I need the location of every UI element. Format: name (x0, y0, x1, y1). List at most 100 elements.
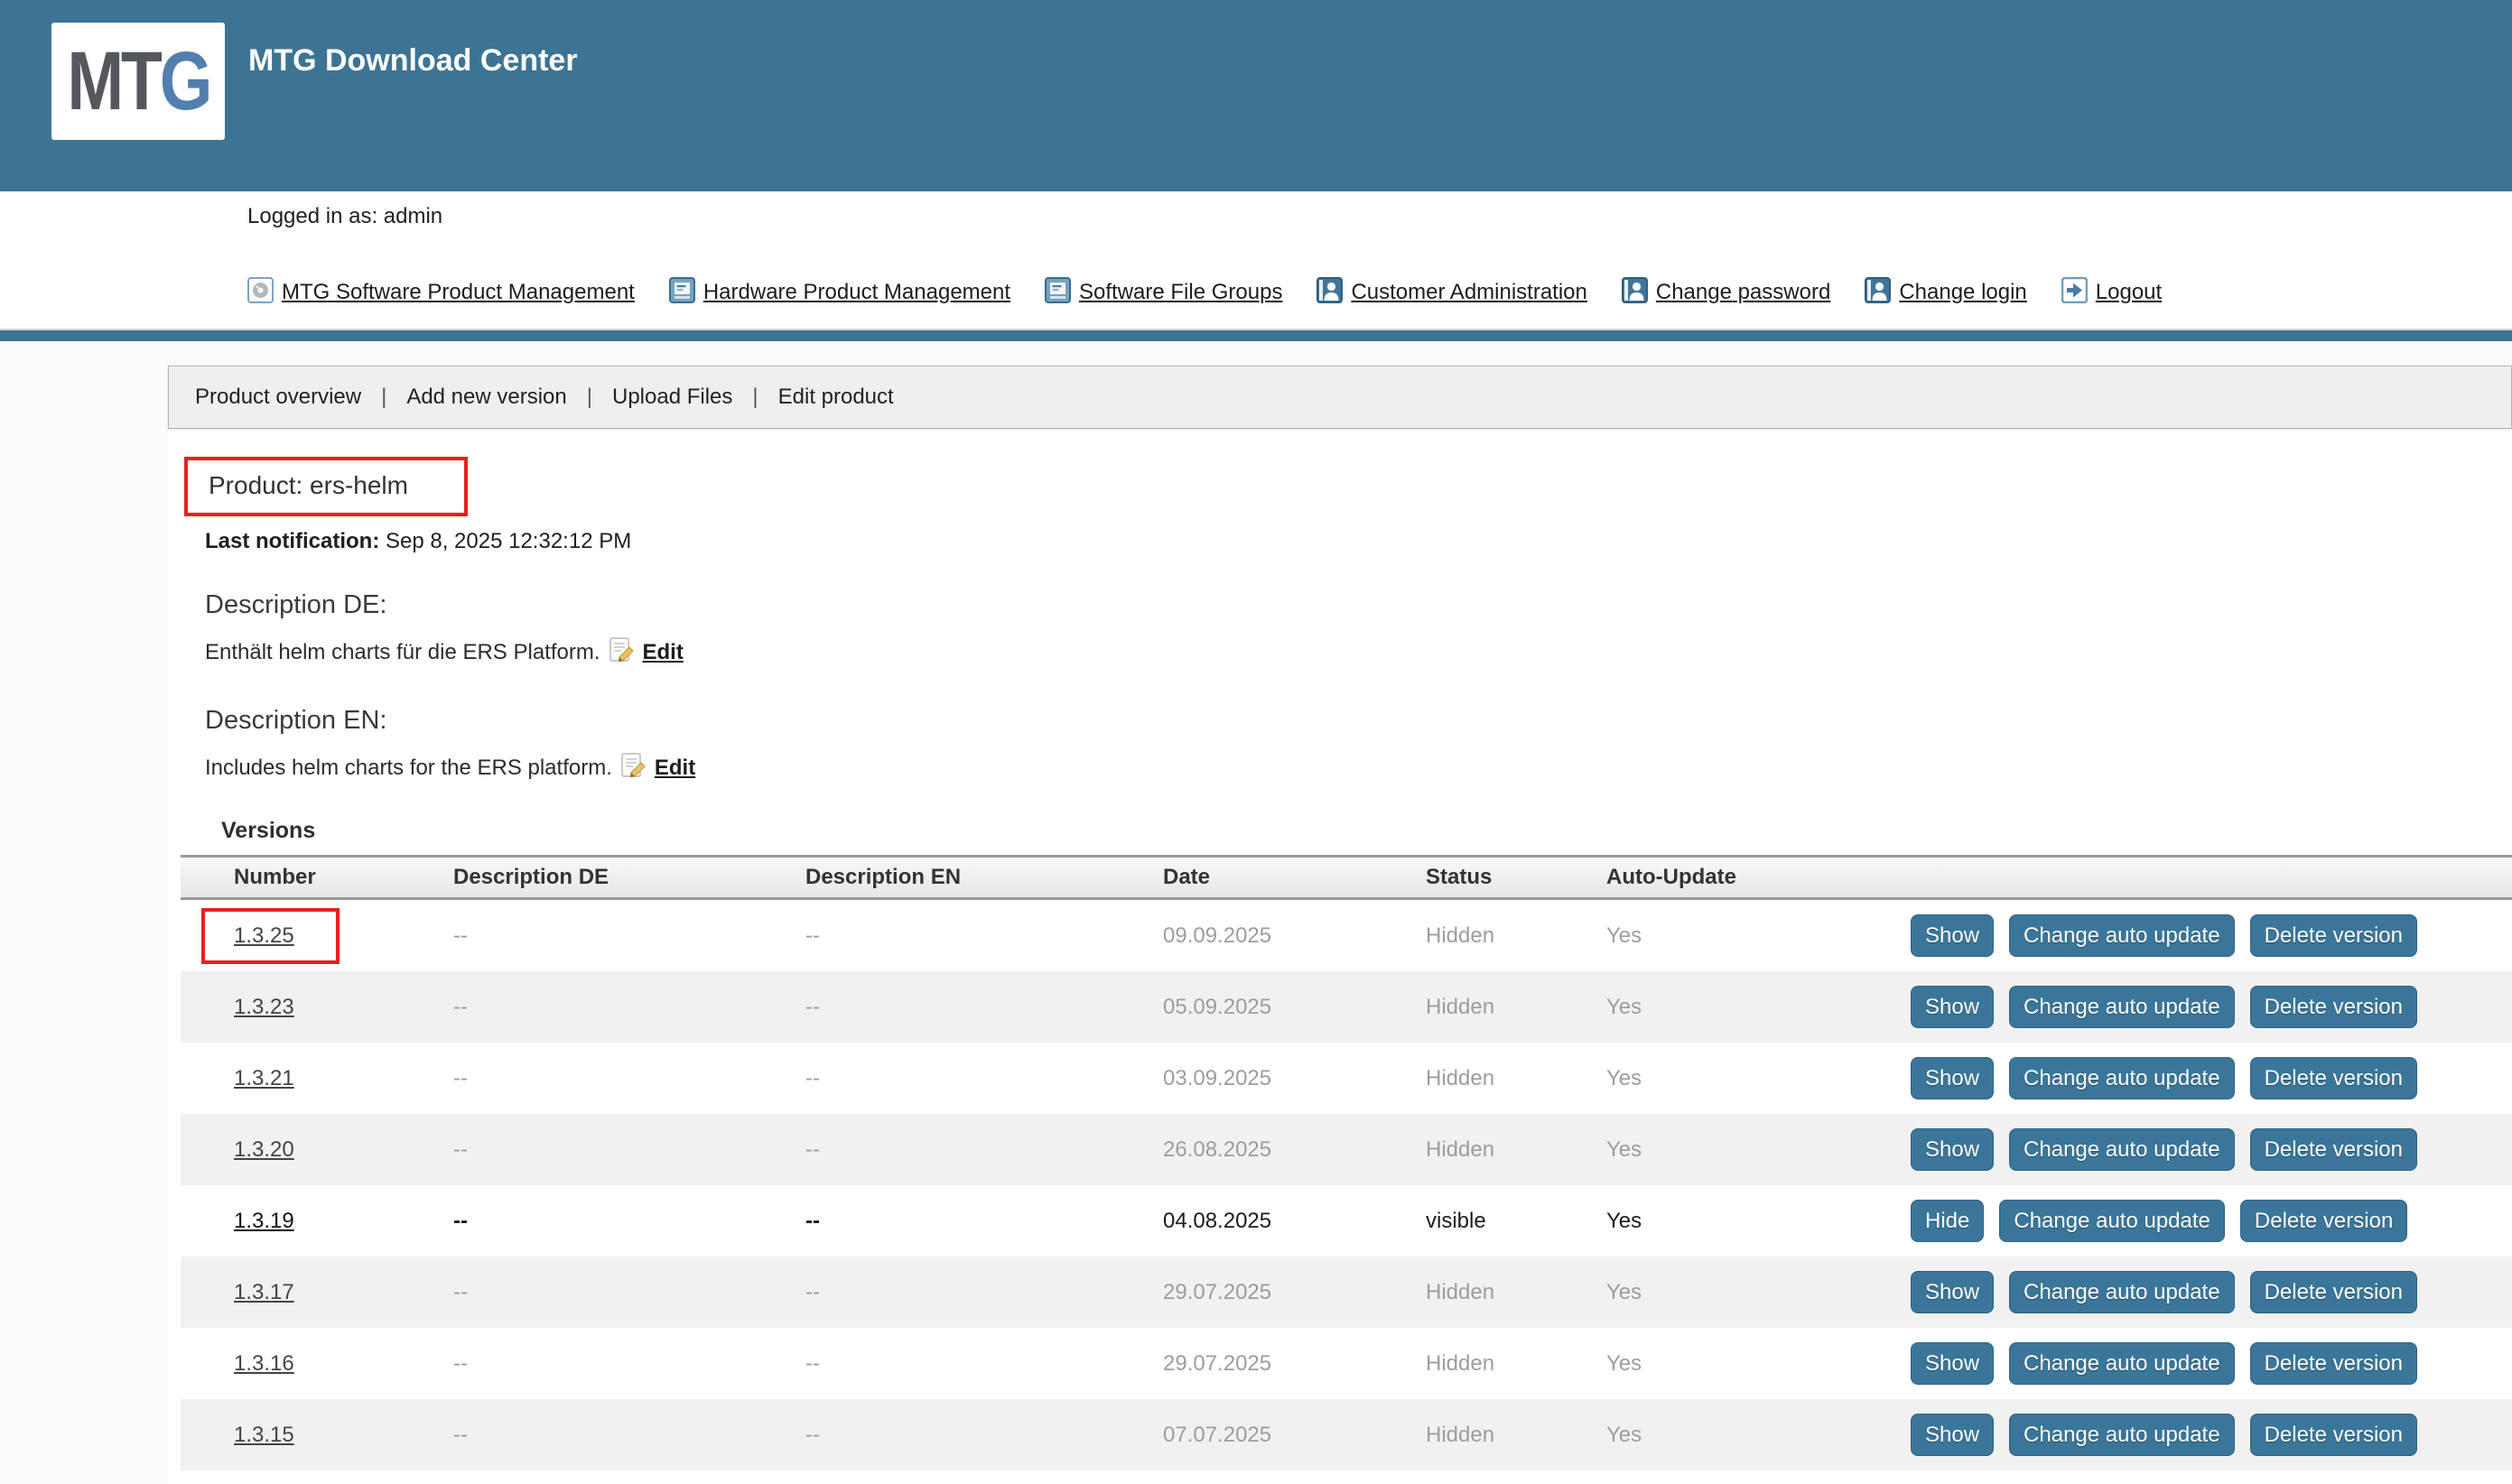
nav-link-label[interactable]: Change password (1656, 280, 1830, 305)
change-auto-update-button[interactable]: Change auto update (2009, 914, 2235, 957)
delete-version-button[interactable]: Delete version (2250, 986, 2417, 1028)
auto-update-cell: Yes (1606, 995, 1911, 1020)
nav-link-label[interactable]: MTG Software Product Management (282, 280, 635, 305)
status-cell: Hidden (1426, 1423, 1606, 1448)
status-cell: Hidden (1426, 1280, 1606, 1305)
change-auto-update-button[interactable]: Change auto update (2009, 1414, 2235, 1456)
delete-version-button[interactable]: Delete version (2250, 1342, 2417, 1385)
nav-link-label[interactable]: Software File Groups (1079, 280, 1282, 305)
user-strip: Logged in as: admin MTG Software Product… (0, 191, 2512, 329)
nav-item-change-password[interactable]: Change password (1622, 277, 1830, 308)
change-auto-update-button[interactable]: Change auto update (2009, 986, 2235, 1028)
nav-link-label[interactable]: Logout (2096, 280, 2162, 305)
table-row: 1.3.19 -- -- 04.08.2025 visible Yes Hide… (181, 1185, 2512, 1257)
nav-item-change-login[interactable]: Change login (1865, 277, 2026, 308)
status-cell: Hidden (1426, 995, 1606, 1020)
version-number-wrap: 1.3.19 (234, 1209, 294, 1234)
nav-item-hardware-product-management[interactable]: Hardware Product Management (669, 277, 1010, 308)
description-de-line: Enthält helm charts für die ERS Platform… (205, 635, 2512, 670)
toggle-visibility-button[interactable]: Show (1911, 1271, 1994, 1313)
table-row: 1.3.14 -- -- 29.07.2025 Hidden Yes Show … (181, 1470, 2512, 1484)
nav-link-label[interactable]: Change login (1899, 280, 2026, 305)
delete-version-button[interactable]: Delete version (2240, 1200, 2407, 1242)
status-cell: Hidden (1426, 1137, 1606, 1163)
description-de-heading: Description DE: (205, 590, 2512, 620)
version-number-wrap: 1.3.21 (234, 1066, 294, 1091)
edit-description-en-link[interactable]: Edit (655, 756, 695, 781)
column-header-auto-update: Auto-Update (1606, 865, 1911, 890)
date-cell: 05.09.2025 (1163, 995, 1426, 1020)
auto-update-cell: Yes (1606, 1351, 1911, 1377)
description-de-cell: -- (453, 1209, 805, 1234)
last-notification-value: Sep 8, 2025 12:32:12 PM (386, 529, 631, 553)
row-actions: Show Change auto update Delete version (1911, 1271, 2512, 1313)
nav-item-logout[interactable]: Logout (2061, 277, 2162, 308)
row-actions: Hide Change auto update Delete version (1911, 1200, 2512, 1242)
status-cell: Hidden (1426, 1066, 1606, 1091)
subnav-upload-files[interactable]: Upload Files (610, 385, 734, 410)
subnav-product-overview[interactable]: Product overview (193, 385, 363, 410)
version-link[interactable]: 1.3.19 (234, 1209, 294, 1233)
version-link[interactable]: 1.3.25 (234, 923, 294, 948)
logged-in-as-text: Logged in as: admin (247, 204, 442, 229)
auto-update-cell: Yes (1606, 1209, 1911, 1234)
version-link[interactable]: 1.3.21 (234, 1066, 294, 1090)
row-actions: Show Change auto update Delete version (1911, 1414, 2512, 1456)
mtg-logo: MTG (51, 23, 225, 140)
version-number-wrap: 1.3.17 (234, 1280, 294, 1305)
subnav-edit-product[interactable]: Edit product (777, 385, 896, 410)
last-notification-label: Last notification: (205, 529, 379, 553)
monitor-icon (1045, 277, 1071, 303)
version-number-cell: 1.3.15 (181, 1423, 453, 1448)
delete-version-button[interactable]: Delete version (2250, 1414, 2417, 1456)
change-auto-update-button[interactable]: Change auto update (2009, 1128, 2235, 1171)
table-row: 1.3.21 -- -- 03.09.2025 Hidden Yes Show … (181, 1043, 2512, 1114)
delete-version-button[interactable]: Delete version (2250, 1128, 2417, 1171)
toggle-visibility-button[interactable]: Show (1911, 914, 1994, 957)
description-en-text: Includes helm charts for the ERS platfor… (205, 756, 612, 781)
version-link[interactable]: 1.3.20 (234, 1137, 294, 1162)
description-de-cell: -- (453, 995, 805, 1020)
auto-update-cell: Yes (1606, 1280, 1911, 1305)
delete-version-button[interactable]: Delete version (2250, 1057, 2417, 1099)
person-icon (1622, 277, 1648, 303)
version-link[interactable]: 1.3.16 (234, 1351, 294, 1376)
toggle-visibility-button[interactable]: Show (1911, 1128, 1994, 1171)
version-link[interactable]: 1.3.17 (234, 1280, 294, 1304)
toggle-visibility-button[interactable]: Show (1911, 1342, 1994, 1385)
nav-item-software-product-management[interactable]: MTG Software Product Management (247, 277, 635, 308)
delete-version-button[interactable]: Delete version (2250, 1271, 2417, 1313)
change-auto-update-button[interactable]: Change auto update (1999, 1200, 2225, 1242)
auto-update-cell: Yes (1606, 1423, 1911, 1448)
versions-table: Number Description DE Description EN Dat… (181, 855, 2512, 1484)
page: MTG MTG Download Center Logged in as: ad… (0, 0, 2512, 1484)
column-header-number: Number (181, 865, 453, 890)
version-number-cell: 1.3.16 (181, 1351, 453, 1377)
nav-item-customer-administration[interactable]: Customer Administration (1316, 277, 1586, 308)
change-auto-update-button[interactable]: Change auto update (2009, 1271, 2235, 1313)
date-cell: 04.08.2025 (1163, 1209, 1426, 1234)
nav-link-label[interactable]: Hardware Product Management (703, 280, 1010, 305)
nav-link-label[interactable]: Customer Administration (1351, 280, 1586, 305)
row-actions: Show Change auto update Delete version (1911, 1342, 2512, 1385)
version-link[interactable]: 1.3.15 (234, 1423, 294, 1447)
description-en-heading: Description EN: (205, 706, 2512, 736)
toggle-visibility-button[interactable]: Show (1911, 986, 1994, 1028)
change-auto-update-button[interactable]: Change auto update (2009, 1342, 2235, 1385)
table-row: 1.3.25 -- -- 09.09.2025 Hidden Yes Show … (181, 900, 2512, 971)
change-auto-update-button[interactable]: Change auto update (2009, 1057, 2235, 1099)
toggle-visibility-button[interactable]: Show (1911, 1057, 1994, 1099)
version-link[interactable]: 1.3.23 (234, 995, 294, 1019)
table-row: 1.3.17 -- -- 29.07.2025 Hidden Yes Show … (181, 1257, 2512, 1328)
app-header: MTG MTG Download Center (0, 0, 2512, 191)
nav-item-software-file-groups[interactable]: Software File Groups (1045, 277, 1282, 308)
disc-icon (247, 277, 274, 303)
logo-text-g: G (159, 35, 209, 127)
delete-version-button[interactable]: Delete version (2250, 914, 2417, 957)
toggle-visibility-button[interactable]: Hide (1911, 1200, 1984, 1242)
description-en-cell: -- (805, 1351, 1163, 1377)
subnav-add-new-version[interactable]: Add new version (405, 385, 568, 410)
edit-description-de-link[interactable]: Edit (643, 640, 684, 665)
toggle-visibility-button[interactable]: Show (1911, 1414, 1994, 1456)
column-header-description-en: Description EN (805, 865, 1163, 890)
